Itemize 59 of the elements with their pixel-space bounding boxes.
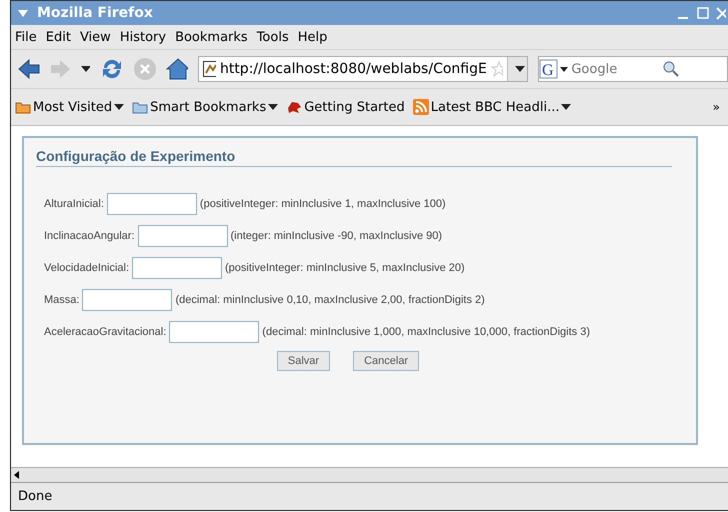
menu-item[interactable]: File	[15, 30, 37, 44]
menu-item[interactable]: History	[120, 30, 166, 44]
stop-icon[interactable]	[132, 57, 156, 81]
input-field[interactable]	[169, 321, 260, 343]
window-title: Mozilla Firefox	[37, 5, 154, 21]
search-field[interactable]: G Google	[538, 56, 728, 82]
back-arrow-icon[interactable]	[17, 58, 40, 80]
menu-item[interactable]: Help	[298, 30, 328, 44]
window-menu-icon[interactable]	[17, 8, 29, 18]
menu-item[interactable]: View	[80, 30, 111, 44]
field-label: Massa:	[44, 294, 80, 306]
bookmark-item[interactable]: Smart Bookmarks	[132, 100, 278, 114]
folder-icon	[15, 100, 31, 114]
maximize-icon[interactable]	[696, 6, 710, 20]
bookmark-item[interactable]: Getting Started	[286, 100, 405, 114]
input-field[interactable]	[82, 289, 172, 311]
overflow-chevron[interactable]: »	[712, 100, 728, 114]
home-icon[interactable]	[166, 58, 188, 80]
close-icon[interactable]	[716, 6, 726, 20]
field-label: AceleracaoGravitacional:	[44, 326, 166, 338]
horizontal-scrollbar[interactable]	[11, 467, 728, 483]
bookmark-label: Most Visited	[33, 100, 112, 114]
search-icon[interactable]	[663, 61, 680, 77]
history-dropdown-icon[interactable]	[80, 65, 90, 73]
field-hint: (positiveInteger: minInclusive 5, maxInclusive 20)	[225, 262, 465, 274]
form-title: Configuração de Experimento	[36, 148, 672, 167]
bookmark-item[interactable]: Most Visited	[15, 100, 124, 114]
menu-item[interactable]: Edit	[46, 30, 71, 44]
field-hint: (decimal: minInclusive 0,10, maxInclusive 2,00, fractionDigits 2)	[175, 294, 485, 306]
input-field[interactable]	[132, 257, 222, 279]
field-hint: (decimal: minInclusive 1,000, maxInclusive 10,000, fractionDigits 3)	[262, 326, 590, 338]
star-icon[interactable]	[490, 61, 504, 77]
address-field[interactable]: http://localhost:8080/weblabs/ConfigE	[198, 56, 528, 82]
menu-item[interactable]: Bookmarks	[175, 30, 248, 44]
field-label: InclinacaoAngular:	[44, 230, 135, 242]
status-text: Done	[18, 489, 52, 504]
input-field[interactable]	[138, 225, 228, 247]
menu-item[interactable]: Tools	[256, 30, 289, 44]
reload-icon[interactable]	[100, 57, 123, 81]
dropdown-icon[interactable]	[268, 103, 278, 111]
dropdown-icon[interactable]	[507, 57, 528, 81]
rss-icon	[412, 99, 429, 115]
folder-icon	[132, 100, 148, 114]
field-hint: (integer: minInclusive -90, maxInclusive 90)	[230, 230, 442, 242]
field-label: VelocidadeInicial:	[44, 262, 130, 274]
bookmark-label: Smart Bookmarks	[150, 100, 266, 114]
dropdown-icon[interactable]	[561, 103, 572, 111]
page-icon	[203, 61, 216, 77]
bookmark-label: Latest BBC Headli...	[430, 100, 560, 114]
field-hint: (positiveInteger: minInclusive 1, maxInclusive 100)	[200, 198, 446, 210]
form-button[interactable]: Cancelar	[353, 351, 420, 371]
dropdown-icon[interactable]	[114, 103, 124, 111]
bookmark-item[interactable]: Latest BBC Headli...	[412, 99, 572, 115]
bookmark-label: Getting Started	[304, 100, 405, 114]
dragon-icon	[286, 100, 302, 114]
field-label: AlturaInicial:	[44, 198, 104, 210]
input-field[interactable]	[106, 193, 197, 215]
url-text: http://localhost:8080/weblabs/ConfigE	[220, 61, 487, 77]
form-button[interactable]: Salvar	[276, 351, 330, 371]
